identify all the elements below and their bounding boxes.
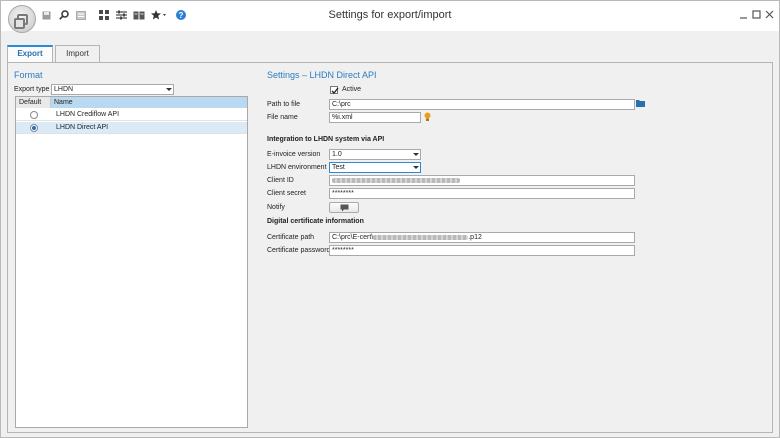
chevron-down-icon (413, 153, 419, 156)
client-secret-label: Client secret (267, 190, 306, 197)
einvoice-label: E-invoice version (267, 151, 321, 158)
window-title: Settings for export/import (328, 9, 452, 21)
row-name: LHDN Direct API (56, 124, 109, 131)
redacted-value (332, 177, 460, 183)
tab-content: Format Export type LHDN Default Name LHD… (7, 62, 773, 433)
table-row[interactable]: LHDN Crediflow API (16, 109, 247, 121)
integration-title: Integration to LHDN system via API (267, 136, 385, 143)
settings-title: Settings – LHDN Direct API (267, 70, 377, 80)
cert-password-label: Certificate password (267, 247, 331, 254)
format-grid: Default Name LHDN Crediflow API LHDN Dir… (15, 96, 248, 428)
filename-label: File name (267, 114, 298, 121)
maximize-button[interactable] (752, 10, 762, 20)
app-menu-button[interactable] (8, 5, 36, 33)
tab-export[interactable]: Export (7, 45, 53, 63)
filename-input[interactable]: %i.xml (329, 112, 421, 123)
format-title: Format (14, 70, 43, 80)
row-name: LHDN Crediflow API (56, 111, 120, 118)
export-type-select[interactable]: LHDN (51, 84, 174, 95)
chevron-down-icon (166, 88, 172, 91)
path-input[interactable]: C:\prc (329, 99, 635, 110)
notify-button[interactable] (329, 202, 359, 213)
default-radio[interactable] (30, 111, 38, 119)
title-bar: ? Settings for export/import (1, 1, 779, 31)
chevron-down-icon (413, 166, 419, 169)
grid-header: Default Name (16, 97, 247, 108)
env-label: LHDN environment (267, 164, 327, 171)
cert-path-input[interactable]: C:\prc\E-cert\ .p12 (329, 232, 635, 243)
client-id-input[interactable] (329, 175, 635, 186)
redacted-value (373, 234, 469, 240)
minimize-button[interactable] (739, 10, 749, 20)
export-type-value: LHDN (54, 86, 74, 93)
export-type-label: Export type (14, 86, 50, 93)
tab-import[interactable]: Import (55, 45, 100, 63)
column-name-header[interactable]: Name (51, 97, 247, 108)
active-checkbox[interactable] (330, 86, 339, 94)
active-label: Active (342, 86, 362, 93)
table-row[interactable]: LHDN Direct API (16, 122, 247, 134)
client-id-label: Client ID (267, 177, 294, 184)
cert-path-suffix: .p12 (468, 234, 482, 241)
cert-path-label: Certificate path (267, 234, 315, 241)
cert-path-prefix: C:\prc\E-cert\ (332, 234, 374, 241)
default-radio[interactable] (30, 124, 38, 132)
env-value: Test (332, 164, 345, 171)
folder-icon[interactable] (636, 99, 645, 107)
message-icon (340, 204, 349, 212)
einvoice-select[interactable]: 1.0 (329, 149, 421, 160)
cert-password-input[interactable]: ******** (329, 245, 635, 256)
column-default-header[interactable]: Default (16, 97, 51, 108)
notify-label: Notify (267, 204, 285, 211)
client-secret-input[interactable]: ******** (329, 188, 635, 199)
lightbulb-icon[interactable] (424, 112, 431, 122)
path-label: Path to file (267, 101, 301, 108)
cert-title: Digital certificate information (267, 218, 364, 225)
settings-window: ? Settings for export/import Export Impo… (0, 0, 780, 438)
einvoice-value: 1.0 (332, 151, 342, 158)
env-select[interactable]: Test (329, 162, 421, 173)
close-button[interactable] (765, 10, 775, 20)
